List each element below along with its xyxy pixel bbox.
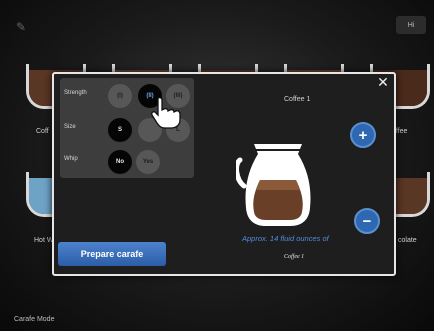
product-label: colate xyxy=(398,237,417,244)
whip-option-yes[interactable]: Yes xyxy=(136,150,160,174)
product-title: Coffee 1 xyxy=(284,96,311,103)
amount-text: Approx. 14 fluid ounces of xyxy=(242,234,329,243)
tools-icon[interactable]: ✎ xyxy=(16,20,30,34)
carafe-dialog: ✕ Strength (I) (II) (III) Size S L Whip … xyxy=(52,72,396,276)
size-label: Size xyxy=(64,124,76,130)
amount-product: Coffee 1 xyxy=(284,254,305,260)
strength-label: Strength xyxy=(64,90,87,96)
product-label: Coff xyxy=(36,128,49,135)
close-icon[interactable]: ✕ xyxy=(376,76,390,90)
whip-label: Whip xyxy=(64,156,78,162)
product-label: Hot W xyxy=(34,237,54,244)
prepare-carafe-button[interactable]: Prepare carafe xyxy=(58,242,166,266)
pointing-hand-icon xyxy=(151,96,181,129)
increase-button[interactable]: + xyxy=(350,122,376,148)
whip-option-no[interactable]: No xyxy=(108,150,132,174)
decrease-button[interactable]: − xyxy=(354,208,380,234)
carafe-icon xyxy=(236,144,311,226)
mode-label: Carafe Mode xyxy=(14,316,55,323)
language-button[interactable]: Hi xyxy=(396,16,426,34)
whip-row: Whip No Yes xyxy=(60,148,194,174)
size-option-s[interactable]: S xyxy=(108,118,132,142)
strength-option-1[interactable]: (I) xyxy=(108,84,132,108)
coffee-machine-screen: ✎ Hi Coff offee Hot W colate Carafe Mode… xyxy=(0,0,434,331)
